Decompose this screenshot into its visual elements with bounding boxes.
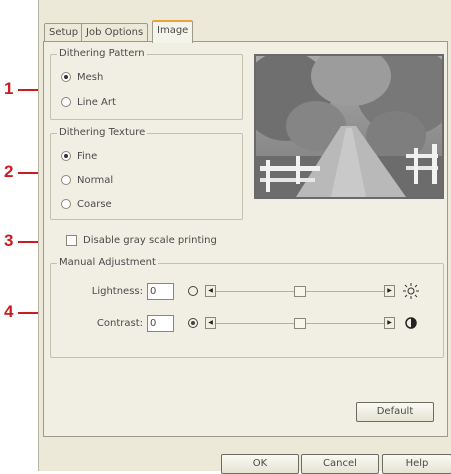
cancel-button[interactable]: Cancel [301, 454, 379, 474]
tab-job-options[interactable]: Job Options [81, 23, 149, 42]
lightness-input[interactable] [147, 282, 174, 300]
lightness-slider-thumb[interactable] [294, 286, 306, 297]
dithering-pattern-title: Dithering Pattern [57, 48, 147, 59]
disable-gray-scale-label: Disable gray scale printing [83, 235, 217, 246]
contrast-radio-icon[interactable] [188, 318, 198, 328]
landscape-preview-image [254, 54, 444, 199]
lightness-label: Lightness: [91, 285, 143, 297]
image-tab-panel: Dithering Pattern Mesh Line Art Ditherin… [43, 41, 448, 437]
contrast-slider-right-button[interactable]: ▶ [384, 317, 395, 329]
radio-line-art-label: Line Art [77, 96, 116, 108]
radio-normal-label: Normal [77, 174, 114, 186]
radio-mesh[interactable]: Mesh [61, 70, 103, 84]
lightness-slider-right-button[interactable]: ▶ [384, 285, 395, 297]
lightness-radio-icon[interactable] [188, 286, 198, 296]
manual-adjustment-title: Manual Adjustment [57, 257, 158, 268]
radio-fine-label: Fine [77, 150, 98, 162]
disable-gray-scale-checkbox-row[interactable]: Disable gray scale printing [66, 235, 217, 246]
callout-3: 3 [4, 231, 14, 250]
radio-fine-button[interactable] [61, 151, 71, 161]
radio-normal[interactable]: Normal [61, 173, 113, 187]
callout-2: 2 [4, 162, 14, 181]
radio-coarse-button[interactable] [61, 199, 71, 209]
default-button[interactable]: Default [356, 402, 434, 422]
lightness-slider-track[interactable] [216, 285, 384, 297]
contrast-label: Contrast: [96, 317, 143, 329]
contrast-slider-thumb[interactable] [294, 318, 306, 329]
ok-button[interactable]: OK [221, 454, 299, 474]
dithering-pattern-group: Dithering Pattern Mesh Line Art [50, 48, 243, 120]
manual-adjustment-group: Manual Adjustment Lightness: ◀ ▶ [50, 257, 444, 358]
callout-4: 4 [4, 302, 14, 321]
contrast-slider-track[interactable] [216, 317, 384, 329]
radio-mesh-label: Mesh [77, 71, 104, 83]
contrast-icon [403, 315, 419, 331]
sun-icon [403, 283, 419, 299]
radio-fine[interactable]: Fine [61, 149, 97, 163]
help-button[interactable]: Help [382, 454, 451, 474]
lightness-slider[interactable]: ◀ ▶ [205, 284, 395, 298]
contrast-slider[interactable]: ◀ ▶ [205, 316, 395, 330]
tab-setup[interactable]: Setup [44, 23, 84, 42]
callout-1: 1 [4, 79, 14, 98]
lightness-slider-left-button[interactable]: ◀ [205, 285, 216, 297]
contrast-input[interactable] [147, 314, 174, 332]
dithering-texture-group: Dithering Texture Fine Normal Coarse [50, 127, 243, 220]
landscape-preview-graphic [256, 56, 442, 197]
radio-coarse[interactable]: Coarse [61, 197, 112, 211]
radio-coarse-label: Coarse [77, 198, 112, 210]
contrast-row: Contrast: ◀ ▶ [51, 313, 419, 333]
lightness-row: Lightness: ◀ ▶ [51, 281, 419, 301]
printer-properties-dialog: Setup Job Options Image Dithering Patter… [38, 0, 451, 474]
dithering-texture-title: Dithering Texture [57, 127, 148, 138]
tab-image[interactable]: Image [152, 20, 194, 43]
radio-normal-button[interactable] [61, 175, 71, 185]
radio-line-art-button[interactable] [61, 97, 71, 107]
radio-line-art[interactable]: Line Art [61, 95, 116, 109]
disable-gray-scale-checkbox[interactable] [66, 235, 77, 246]
contrast-slider-left-button[interactable]: ◀ [205, 317, 216, 329]
radio-mesh-button[interactable] [61, 72, 71, 82]
